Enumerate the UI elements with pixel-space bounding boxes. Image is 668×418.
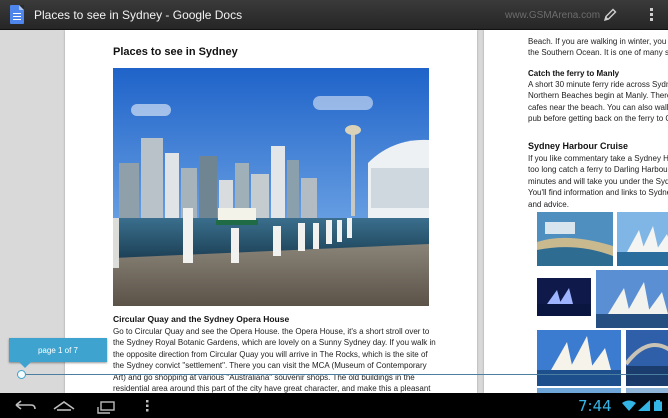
thumbnail-image: [537, 212, 613, 266]
recent-apps-icon[interactable]: [88, 393, 124, 418]
google-docs-icon[interactable]: [10, 5, 24, 24]
home-icon[interactable]: [46, 393, 82, 418]
action-bar: Places to see in Sydney - Google Docs ww…: [0, 0, 668, 30]
battery-icon: [654, 400, 662, 411]
paragraph-line: Northern Beaches begin at Manly. There a: [528, 91, 668, 101]
section-heading: Circular Quay and the Sydney Opera House: [113, 314, 290, 324]
paragraph-line: Beach. If you are walking in winter, you…: [528, 37, 668, 46]
page-scrubber-track[interactable]: [24, 374, 668, 375]
thumbnail-image: [537, 330, 621, 386]
pencil-icon[interactable]: [602, 7, 618, 23]
paragraph-line: and advice.: [528, 199, 569, 209]
paragraph-line: the opposite direction from Circular Qua…: [113, 349, 428, 359]
paragraph-line: minutes and will take you under the Sydn: [528, 176, 668, 186]
system-bar: 7:44: [0, 393, 668, 418]
paragraph-line: the Southern Ocean. It is one of many st…: [528, 48, 668, 58]
watermark: www.GSMArena.com: [505, 10, 601, 21]
section-paragraph: Go to Circular Quay and see the Opera Ho…: [113, 326, 436, 393]
paragraph-line: the Sydney convict "settlement". There y…: [113, 361, 427, 371]
document-page-2: Beach. If you are walking in winter, you…: [484, 30, 668, 393]
paragraph-line: too long catch a ferry to Darling Harbou…: [528, 165, 668, 175]
paragraph-line: the Sydney Royal Botanic Gardens, which …: [113, 338, 436, 348]
signal-icon: [638, 400, 650, 411]
overflow-menu-icon[interactable]: [650, 8, 654, 22]
screen: Places to see in Sydney - Google Docs ww…: [0, 0, 668, 418]
paragraph-line: Go to Circular Quay and see the Opera Ho…: [113, 327, 430, 336]
paragraph-line: You'll find information and links to Syd…: [528, 188, 668, 198]
document-page-1: Places to see in Sydney Circular Quay an…: [65, 30, 477, 393]
back-icon[interactable]: [6, 393, 42, 418]
clock[interactable]: 7:44: [578, 397, 612, 415]
paragraph-line: If you like commentary take a Sydney Har: [528, 154, 668, 163]
page-indicator: page 1 of 7: [9, 338, 107, 368]
cruise-heading: Sydney Harbour Cruise: [528, 141, 629, 151]
wifi-icon: [622, 400, 636, 411]
thumbnail-image: [537, 278, 591, 316]
ferry-heading: Catch the ferry to Manly: [528, 69, 620, 78]
ferry-paragraph: A short 30 minute ferry ride across Sydn…: [528, 79, 668, 125]
thumbnail-image: [617, 212, 668, 266]
intro-paragraph: Beach. If you are walking in winter, you…: [528, 36, 668, 59]
thumbnail-image: [626, 330, 668, 386]
cruise-paragraph: If you like commentary take a Sydney Har…: [528, 153, 668, 210]
paragraph-line: pub before getting back on the ferry to …: [528, 114, 668, 124]
paragraph-line: A short 30 minute ferry ride across Sydn…: [528, 80, 668, 89]
paragraph-line: residential area around this part of the…: [113, 384, 431, 393]
page-title: Places to see in Sydney: [113, 46, 238, 58]
menu-icon[interactable]: [130, 393, 166, 418]
page-scrubber-handle[interactable]: [17, 370, 26, 379]
thumbnail-image: [596, 270, 668, 328]
sydney-harbour-photo: [113, 68, 429, 306]
document-title: Places to see in Sydney - Google Docs: [34, 8, 243, 22]
paragraph-line: cafes near the beach. You can also walk …: [528, 102, 668, 112]
